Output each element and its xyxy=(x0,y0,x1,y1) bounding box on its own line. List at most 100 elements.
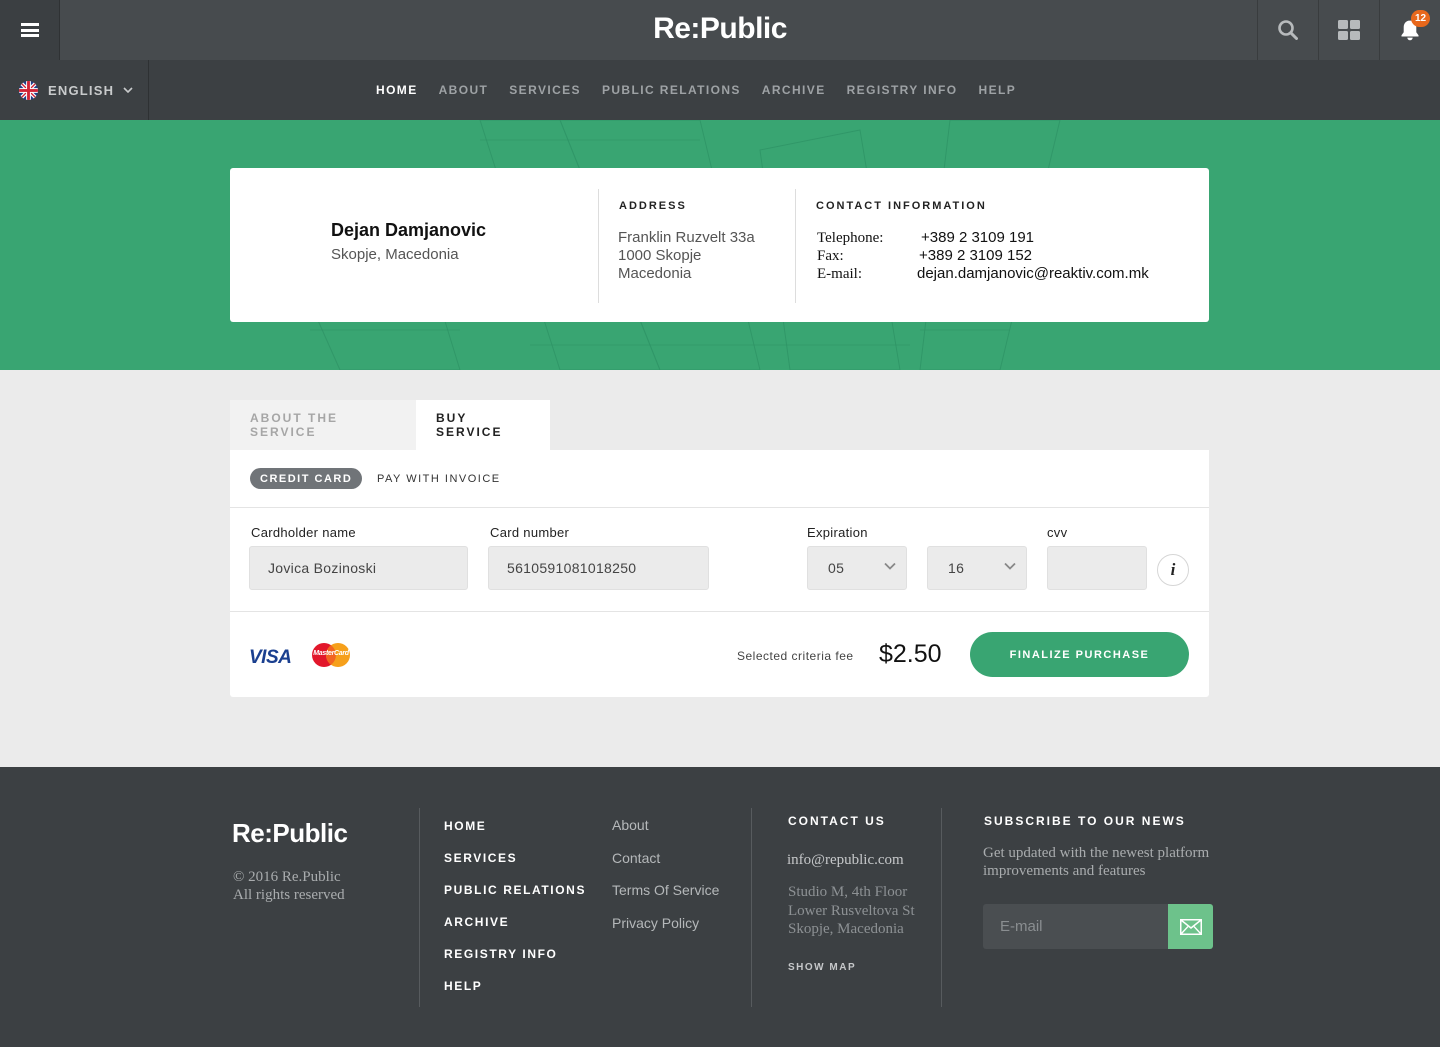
payment-panel: CREDIT CARD PAY WITH INVOICE Cardholder … xyxy=(230,450,1209,697)
profile-name: Dejan Damjanovic xyxy=(331,220,487,240)
divider xyxy=(941,808,942,1007)
subscribe-button[interactable] xyxy=(1168,904,1213,949)
expiration-year-select[interactable]: 16 xyxy=(927,546,1027,590)
contact-value: +389 2 3109 152 xyxy=(919,247,1033,264)
chevron-down-icon xyxy=(1004,562,1016,570)
chevron-down-icon xyxy=(884,562,896,570)
subscribe-text: Get updated with the newest platform imp… xyxy=(983,845,1210,879)
grid-icon xyxy=(1338,20,1360,40)
nav-services[interactable]: SERVICES xyxy=(509,83,581,97)
address-line: Skopje, Macedonia xyxy=(788,921,904,937)
footer-nav-archive[interactable]: ARCHIVE xyxy=(444,915,586,947)
nav-public-relations[interactable]: PUBLIC RELATIONS xyxy=(602,83,741,97)
nav-registry-info[interactable]: REGISTRY INFO xyxy=(847,83,958,97)
show-map-link[interactable]: SHOW MAP xyxy=(788,962,856,973)
tab-about-the-service[interactable]: ABOUT THE SERVICE xyxy=(230,400,416,450)
fee-value: $2.50 xyxy=(879,640,942,668)
profile-location: Skopje, Macedonia xyxy=(331,246,459,263)
subscribe-email-input[interactable]: E-mail xyxy=(983,904,1169,949)
address-block: Franklin Ruzvelt 33a 1000 Skopje Macedon… xyxy=(618,229,755,283)
copyright-line: All rights reserved xyxy=(233,887,345,903)
apps-button[interactable] xyxy=(1318,0,1379,60)
expiration-year-value: 16 xyxy=(948,560,965,576)
language-selector[interactable]: ENGLISH xyxy=(0,60,149,120)
footer-links: About Contact Terms Of Service Privacy P… xyxy=(612,817,719,947)
nav-about[interactable]: ABOUT xyxy=(439,83,489,97)
footer-link-terms[interactable]: Terms Of Service xyxy=(612,882,719,915)
copyright: © 2016 Re.Public All rights reserved xyxy=(233,868,345,904)
mastercard-logo: MasterCard xyxy=(311,642,351,668)
nav-help[interactable]: HELP xyxy=(979,83,1017,97)
contact-label: Fax: xyxy=(817,248,844,264)
cvv-label: cvv xyxy=(1047,525,1068,540)
divider xyxy=(751,808,752,1007)
contact-email-link[interactable]: info@republic.com xyxy=(787,852,904,869)
divider xyxy=(230,611,1209,612)
visa-logo: VISA xyxy=(249,647,292,668)
address-heading: ADDRESS xyxy=(619,200,687,212)
envelope-icon xyxy=(1179,918,1202,935)
mastercard-label: MasterCard xyxy=(313,650,349,657)
contact-us-heading: CONTACT US xyxy=(788,814,886,828)
address-line: Lower Rusveltova St xyxy=(788,902,915,919)
footer-link-privacy[interactable]: Privacy Policy xyxy=(612,915,719,948)
footer-nav-public-relations[interactable]: PUBLIC RELATIONS xyxy=(444,883,586,915)
footer: Re:Public © 2016 Re.Public All rights re… xyxy=(0,767,1440,1047)
address-line: Franklin Ruzvelt 33a xyxy=(618,229,755,246)
expiration-month-value: 05 xyxy=(828,560,845,576)
footer-link-about[interactable]: About xyxy=(612,817,719,850)
footer-nav: HOME SERVICES PUBLIC RELATIONS ARCHIVE R… xyxy=(444,819,586,1011)
nav-archive[interactable]: ARCHIVE xyxy=(762,83,826,97)
profile-card: Dejan Damjanovic Skopje, Macedonia ADDRE… xyxy=(230,168,1209,322)
contact-value[interactable]: dejan.damjanovic@reaktiv.com.mk xyxy=(917,265,1149,282)
uk-flag-icon xyxy=(19,80,38,100)
card-number-input[interactable]: 5610591081018250 xyxy=(488,546,709,590)
search-icon xyxy=(1278,20,1298,40)
contact-email: E-mail: dejan.damjanovic@reaktiv.com.mk xyxy=(817,265,1149,283)
pay-with-invoice-option[interactable]: PAY WITH INVOICE xyxy=(377,473,501,485)
expiration-month-select[interactable]: 05 xyxy=(807,546,907,590)
address-line: 1000 Skopje xyxy=(618,247,702,264)
language-label: ENGLISH xyxy=(48,82,115,98)
contact-value: +389 2 3109 191 xyxy=(921,229,1035,246)
address-line: Studio M, 4th Floor xyxy=(788,884,908,900)
fee-label: Selected criteria fee xyxy=(737,649,854,663)
subscribe-heading: SUBSCRIBE TO OUR NEWS xyxy=(984,814,1186,828)
expiration-label: Expiration xyxy=(807,525,868,540)
cvv-input[interactable] xyxy=(1047,546,1147,590)
cardholder-name-input[interactable]: Jovica Bozinoski xyxy=(249,546,468,590)
divider xyxy=(230,507,1209,508)
contact-label: Telephone: xyxy=(817,230,884,246)
nav-home[interactable]: HOME xyxy=(376,83,418,97)
divider xyxy=(419,808,420,1007)
cardholder-label: Cardholder name xyxy=(251,525,356,540)
copyright-line: © 2016 Re.Public xyxy=(233,869,341,885)
card-number-label: Card number xyxy=(490,525,570,540)
address-line: Macedonia xyxy=(618,265,692,282)
contact-fax: Fax: +389 2 3109 152 xyxy=(817,247,1032,265)
divider xyxy=(598,189,599,303)
finalize-purchase-button[interactable]: FINALIZE PURCHASE xyxy=(970,632,1189,677)
credit-card-option[interactable]: CREDIT CARD xyxy=(250,468,363,489)
nav-bar: ENGLISH HOME ABOUT SERVICES PUBLIC RELAT… xyxy=(0,60,1440,120)
divider xyxy=(795,189,796,303)
info-icon[interactable]: i xyxy=(1157,554,1189,586)
top-bar: Re:Public 12 xyxy=(0,0,1440,60)
footer-nav-registry-info[interactable]: REGISTRY INFO xyxy=(444,947,586,979)
footer-nav-services[interactable]: SERVICES xyxy=(444,851,586,883)
contact-label: E-mail: xyxy=(817,266,862,282)
contact-address: Studio M, 4th Floor Lower Rusveltova St … xyxy=(788,883,915,939)
footer-link-contact[interactable]: Contact xyxy=(612,850,719,883)
site-logo[interactable]: Re:Public xyxy=(0,12,1440,46)
contact-telephone: Telephone: +389 2 3109 191 xyxy=(817,229,1034,247)
chevron-down-icon xyxy=(123,87,133,93)
notification-badge: 12 xyxy=(1411,10,1430,27)
footer-nav-help[interactable]: HELP xyxy=(444,979,586,1011)
notifications-button[interactable]: 12 xyxy=(1379,0,1440,60)
footer-logo[interactable]: Re:Public xyxy=(232,818,348,849)
contact-heading: CONTACT INFORMATION xyxy=(816,200,987,212)
search-button[interactable] xyxy=(1257,0,1318,60)
footer-nav-home[interactable]: HOME xyxy=(444,819,586,851)
tab-buy-service[interactable]: BUY SERVICE xyxy=(416,400,550,450)
service-tabs: ABOUT THE SERVICE BUY SERVICE xyxy=(230,400,550,450)
